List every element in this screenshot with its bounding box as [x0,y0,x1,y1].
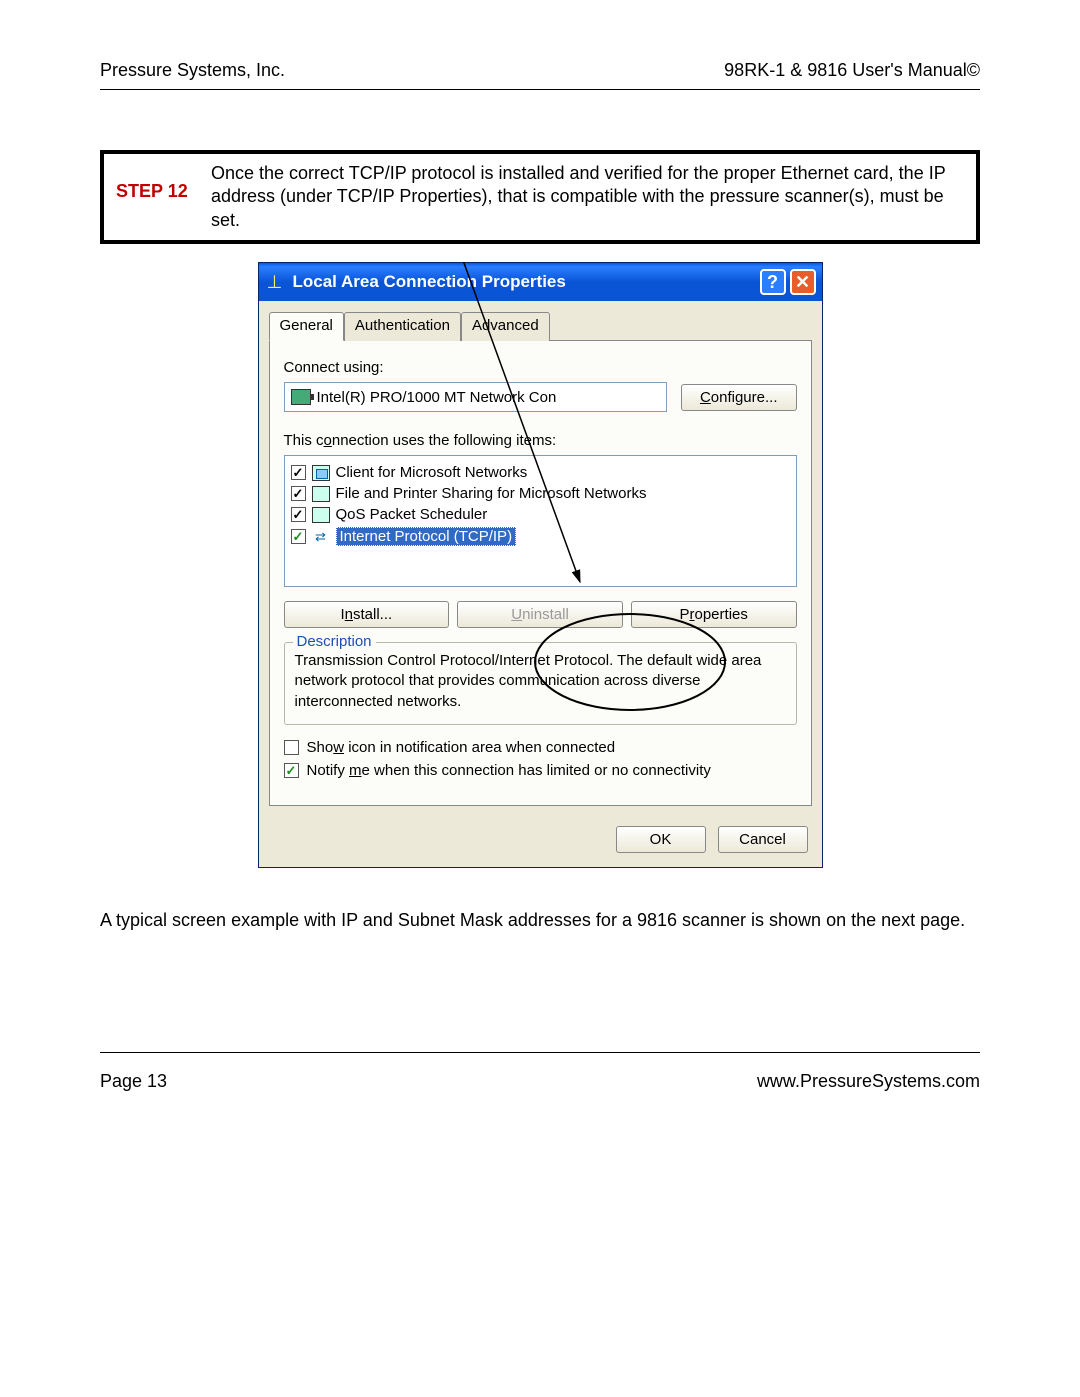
list-item-label: File and Printer Sharing for Microsoft N… [336,485,647,502]
checkbox-icon[interactable] [284,740,299,755]
show-icon-row[interactable]: Show icon in notification area when conn… [284,739,797,756]
ok-button[interactable]: OK [616,826,706,853]
checkbox-icon[interactable] [284,763,299,778]
tab-authentication[interactable]: Authentication [344,312,461,341]
checkbox-icon[interactable] [291,465,306,480]
items-label: This connection uses the following items… [284,432,797,449]
items-listbox[interactable]: Client for Microsoft Networks File and P… [284,455,797,587]
description-legend: Description [293,633,376,650]
install-button[interactable]: Install... [284,601,450,628]
tab-advanced[interactable]: Advanced [461,312,550,341]
list-item[interactable]: QoS Packet Scheduler [289,504,792,525]
description-fieldset: Description Transmission Control Protoco… [284,642,797,725]
header-left: Pressure Systems, Inc. [100,60,285,81]
connection-icon: ⊥ [265,272,285,292]
page-header: Pressure Systems, Inc. 98RK-1 & 9816 Use… [100,60,980,90]
adapter-name: Intel(R) PRO/1000 MT Network Con [317,389,557,406]
tab-body-general: Connect using: Intel(R) PRO/1000 MT Netw… [269,340,812,806]
footer-left: Page 13 [100,1071,167,1092]
list-item[interactable]: ⇄ Internet Protocol (TCP/IP) [289,525,792,548]
dialog-footer: OK Cancel [259,816,822,867]
close-button[interactable]: ✕ [790,269,816,295]
footer-right: www.PressureSystems.com [757,1071,980,1092]
checkbox-icon[interactable] [291,529,306,544]
step-label: STEP 12 [116,162,211,232]
titlebar: ⊥ Local Area Connection Properties ? ✕ [259,263,822,301]
configure-button[interactable]: Configure... [681,384,797,411]
description-text: Transmission Control Protocol/Internet P… [295,651,786,712]
list-item[interactable]: Client for Microsoft Networks [289,462,792,483]
list-item-label-selected: Internet Protocol (TCP/IP) [336,527,517,546]
show-icon-label: Show icon in notification area when conn… [307,739,616,756]
list-item-label: QoS Packet Scheduler [336,506,488,523]
service-icon [312,486,330,502]
client-icon [312,465,330,481]
page-footer: Page 13 www.PressureSystems.com [100,1052,980,1092]
checkbox-icon[interactable] [291,486,306,501]
tab-general[interactable]: General [269,312,344,341]
notify-row[interactable]: Notify me when this connection has limit… [284,762,797,779]
service-icon [312,507,330,523]
notify-label: Notify me when this connection has limit… [307,762,711,779]
list-item[interactable]: File and Printer Sharing for Microsoft N… [289,483,792,504]
step-text: Once the correct TCP/IP protocol is inst… [211,162,964,232]
step-box: STEP 12 Once the correct TCP/IP protocol… [100,150,980,244]
properties-button[interactable]: Properties [631,601,797,628]
caption-text: A typical screen example with IP and Sub… [100,908,980,932]
header-right: 98RK-1 & 9816 User's Manual© [724,60,980,81]
list-item-label: Client for Microsoft Networks [336,464,528,481]
window-title: Local Area Connection Properties [293,272,760,292]
uninstall-button: Uninstall [457,601,623,628]
connect-using-label: Connect using: [284,359,797,376]
help-button[interactable]: ? [760,269,786,295]
cancel-button[interactable]: Cancel [718,826,808,853]
tab-strip: General Authentication Advanced [259,301,822,340]
checkbox-icon[interactable] [291,507,306,522]
protocol-icon: ⇄ [312,529,330,545]
adapter-field[interactable]: Intel(R) PRO/1000 MT Network Con [284,382,667,412]
nic-icon [291,389,311,405]
connection-properties-dialog: ⊥ Local Area Connection Properties ? ✕ G… [258,262,823,868]
